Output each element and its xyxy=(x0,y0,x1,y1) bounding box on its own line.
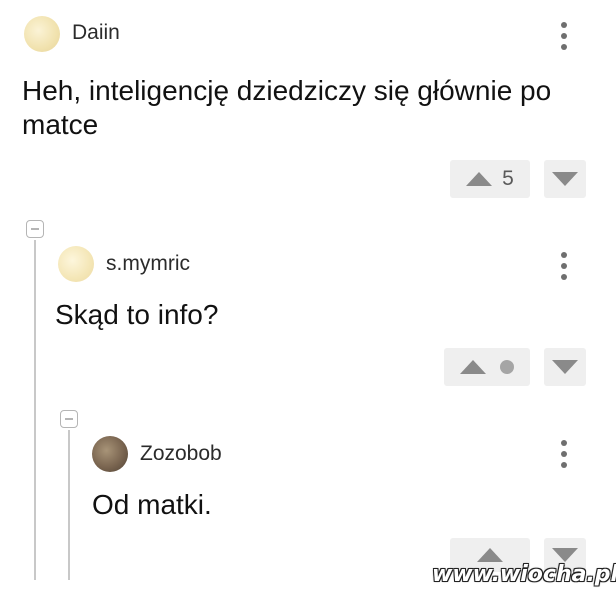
triangle-down-icon xyxy=(552,548,578,562)
avatar[interactable] xyxy=(24,16,60,52)
upvote-button[interactable]: 5 xyxy=(450,160,530,198)
triangle-up-icon xyxy=(460,360,486,374)
avatar[interactable] xyxy=(58,246,94,282)
username[interactable]: Daiin xyxy=(72,21,120,45)
avatar[interactable] xyxy=(92,436,128,472)
more-vertical-icon[interactable] xyxy=(560,440,568,473)
minus-square-icon[interactable] xyxy=(60,410,78,428)
vote-count: 5 xyxy=(502,167,514,190)
triangle-down-icon xyxy=(552,360,578,374)
username[interactable]: s.mymric xyxy=(106,252,190,276)
upvote-button[interactable] xyxy=(444,348,530,386)
comment-text: Skąd to info? xyxy=(55,299,219,330)
comment-text: Heh, inteligencję dziedziczy się głównie… xyxy=(22,75,552,140)
triangle-up-icon xyxy=(466,172,493,186)
minus-square-icon[interactable] xyxy=(26,220,44,238)
downvote-button[interactable] xyxy=(544,160,586,198)
thread-line xyxy=(68,430,70,580)
comment-text: Od matki. xyxy=(92,489,212,520)
downvote-button[interactable] xyxy=(544,348,586,386)
more-vertical-icon[interactable] xyxy=(560,22,568,55)
triangle-down-icon xyxy=(552,172,578,186)
triangle-up-icon xyxy=(477,548,503,562)
thread-line xyxy=(34,240,36,580)
username[interactable]: Zozobob xyxy=(140,442,222,466)
more-vertical-icon[interactable] xyxy=(560,252,568,285)
vote-indicator xyxy=(500,360,514,374)
watermark: www.wiocha.pl xyxy=(432,562,616,587)
